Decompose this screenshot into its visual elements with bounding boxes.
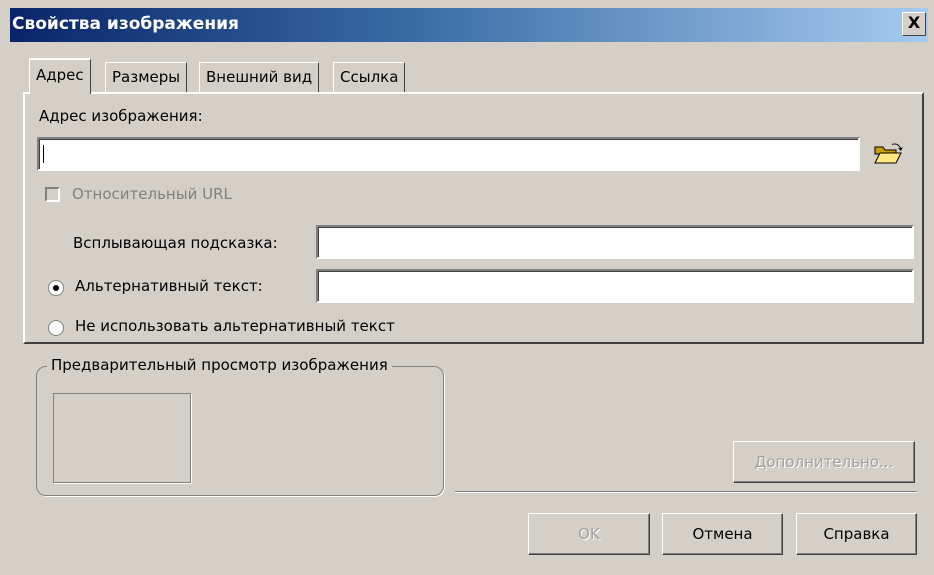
tab-link-label: Ссылка bbox=[340, 68, 399, 86]
text-caret bbox=[43, 145, 44, 163]
tab-sizes[interactable]: Размеры bbox=[105, 62, 188, 92]
window-title: Свойства изображения bbox=[12, 14, 239, 34]
tooltip-label: Всплывающая подсказка: bbox=[73, 234, 278, 252]
tab-sizes-label: Размеры bbox=[112, 68, 181, 86]
cancel-button-label: Отмена bbox=[692, 525, 753, 543]
tooltip-input[interactable] bbox=[316, 225, 914, 259]
image-preview bbox=[53, 393, 191, 483]
no-alt-text-radio[interactable] bbox=[48, 320, 64, 336]
help-button[interactable]: Справка bbox=[796, 513, 917, 555]
tab-address[interactable]: Адрес bbox=[29, 58, 91, 94]
cancel-button[interactable]: Отмена bbox=[662, 513, 783, 555]
alt-text-radio[interactable] bbox=[48, 280, 64, 296]
tab-panel bbox=[23, 92, 924, 344]
open-folder-icon[interactable] bbox=[873, 142, 903, 166]
ok-button-label: OK bbox=[578, 525, 600, 543]
alt-text-label: Альтернативный текст: bbox=[75, 277, 263, 295]
help-button-label: Справка bbox=[823, 525, 890, 543]
alt-text-input[interactable] bbox=[316, 269, 914, 303]
ok-button[interactable]: OK bbox=[528, 513, 650, 555]
tab-appearance[interactable]: Внешний вид bbox=[199, 62, 320, 92]
no-alt-text-label: Не использовать альтернативный текст bbox=[75, 317, 395, 335]
preview-group-title: Предварительный просмотр изображения bbox=[47, 356, 392, 374]
advanced-button-label: Дополнительно... bbox=[754, 453, 894, 471]
tab-address-label: Адрес bbox=[36, 66, 84, 84]
address-label: Адрес изображения: bbox=[39, 107, 203, 125]
close-icon: X bbox=[907, 13, 921, 32]
close-button[interactable]: X bbox=[902, 12, 926, 36]
relative-url-checkbox[interactable] bbox=[45, 187, 60, 202]
tab-link[interactable]: Ссылка bbox=[333, 62, 406, 92]
advanced-button[interactable]: Дополнительно... bbox=[733, 441, 915, 483]
separator bbox=[455, 491, 917, 493]
title-bar: Свойства изображения X bbox=[10, 8, 928, 42]
relative-url-label: Относительный URL bbox=[72, 185, 232, 203]
radio-selected-dot bbox=[53, 285, 59, 291]
tab-appearance-label: Внешний вид bbox=[206, 68, 313, 86]
address-input[interactable] bbox=[37, 137, 860, 171]
